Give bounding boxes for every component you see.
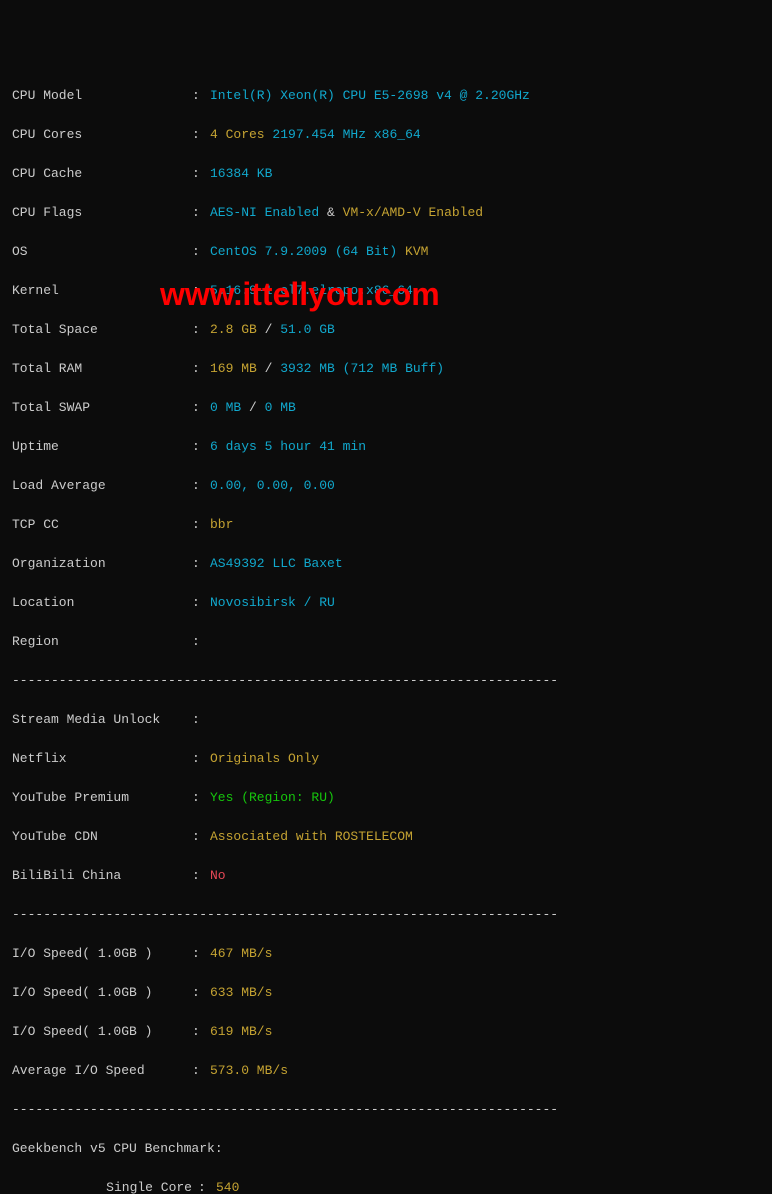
row-location: Location:Novosibirsk / RU: [12, 593, 760, 613]
value-ram-buff: (712 MB Buff): [343, 361, 444, 376]
label-org: Organization: [12, 554, 192, 574]
label-yt-cdn: YouTube CDN: [12, 827, 192, 847]
value-cpu-flags-virt: VM-x/AMD-V Enabled: [343, 205, 483, 220]
divider-1: ----------------------------------------…: [12, 671, 760, 691]
value-kernel: 5.16.9-1.el7.elrepo.x86_64: [210, 281, 413, 301]
row-cpu-model: CPU Model:Intel(R) Xeon(R) CPU E5-2698 v…: [12, 86, 760, 106]
row-stream-title: Stream Media Unlock:: [12, 710, 760, 730]
value-io-3: 619 MB/s: [210, 1022, 272, 1042]
label-gb-single: Single Core: [12, 1178, 198, 1194]
label-cpu-flags: CPU Flags: [12, 203, 192, 223]
value-io-2: 633 MB/s: [210, 983, 272, 1003]
label-bilibili: BiliBili China: [12, 866, 192, 886]
value-cpu-flags-aes: AES-NI Enabled: [210, 205, 319, 220]
value-org: AS49392 LLC Baxet: [210, 554, 343, 574]
label-total-swap: Total SWAP: [12, 398, 192, 418]
value-ram-used: 169 MB: [210, 361, 257, 376]
value-cpu-cores-count: 4 Cores: [210, 127, 265, 142]
row-cpu-cores: CPU Cores:4 Cores 2197.454 MHz x86_64: [12, 125, 760, 145]
value-swap-used: 0 MB: [210, 400, 241, 415]
value-yt-cdn: Associated with ROSTELECOM: [210, 827, 413, 847]
value-netflix: Originals Only: [210, 749, 319, 769]
row-region: Region:: [12, 632, 760, 652]
value-os-name: CentOS 7.9.2009 (64 Bit): [210, 244, 397, 259]
label-netflix: Netflix: [12, 749, 192, 769]
label-uptime: Uptime: [12, 437, 192, 457]
label-total-ram: Total RAM: [12, 359, 192, 379]
value-bilibili: No: [210, 866, 226, 886]
label-stream-title: Stream Media Unlock: [12, 710, 192, 730]
label-io-1: I/O Speed( 1.0GB ): [12, 944, 192, 964]
label-kernel: Kernel: [12, 281, 192, 301]
row-total-swap: Total SWAP:0 MB / 0 MB: [12, 398, 760, 418]
label-total-space: Total Space: [12, 320, 192, 340]
divider-3: ----------------------------------------…: [12, 1100, 760, 1120]
label-tcp-cc: TCP CC: [12, 515, 192, 535]
value-cpu-cores-freq: 2197.454 MHz: [272, 127, 366, 142]
row-kernel: Kernel:5.16.9-1.el7.elrepo.x86_64: [12, 281, 760, 301]
geekbench-title: Geekbench v5 CPU Benchmark:: [12, 1139, 760, 1159]
value-io-avg: 573.0 MB/s: [210, 1061, 288, 1081]
value-swap-total: 0 MB: [265, 400, 296, 415]
row-org: Organization:AS49392 LLC Baxet: [12, 554, 760, 574]
row-io-avg: Average I/O Speed:573.0 MB/s: [12, 1061, 760, 1081]
row-io-3: I/O Speed( 1.0GB ):619 MB/s: [12, 1022, 760, 1042]
value-space-used: 2.8 GB: [210, 322, 257, 337]
value-cpu-cache: 16384 KB: [210, 164, 272, 184]
value-location: Novosibirsk / RU: [210, 593, 335, 613]
row-gb-single: Single Core:540: [12, 1178, 760, 1194]
row-netflix: Netflix:Originals Only: [12, 749, 760, 769]
row-yt-premium: YouTube Premium:Yes (Region: RU): [12, 788, 760, 808]
row-os: OS:CentOS 7.9.2009 (64 Bit) KVM: [12, 242, 760, 262]
value-ram-total: 3932 MB: [280, 361, 335, 376]
label-location: Location: [12, 593, 192, 613]
divider-2: ----------------------------------------…: [12, 905, 760, 925]
label-io-avg: Average I/O Speed: [12, 1061, 192, 1081]
row-bilibili: BiliBili China:No: [12, 866, 760, 886]
value-gb-single: 540: [216, 1178, 239, 1194]
label-region: Region: [12, 632, 192, 652]
value-cpu-model: Intel(R) Xeon(R) CPU E5-2698 v4 @ 2.20GH…: [210, 86, 530, 106]
value-uptime: 6 days 5 hour 41 min: [210, 437, 366, 457]
value-os-virt: KVM: [405, 244, 428, 259]
row-total-ram: Total RAM:169 MB / 3932 MB (712 MB Buff): [12, 359, 760, 379]
row-tcp-cc: TCP CC:bbr: [12, 515, 760, 535]
row-total-space: Total Space:2.8 GB / 51.0 GB: [12, 320, 760, 340]
value-io-1: 467 MB/s: [210, 944, 272, 964]
row-cpu-flags: CPU Flags:AES-NI Enabled & VM-x/AMD-V En…: [12, 203, 760, 223]
row-uptime: Uptime:6 days 5 hour 41 min: [12, 437, 760, 457]
value-space-total: 51.0 GB: [280, 322, 335, 337]
label-cpu-model: CPU Model: [12, 86, 192, 106]
label-cpu-cores: CPU Cores: [12, 125, 192, 145]
label-io-3: I/O Speed( 1.0GB ): [12, 1022, 192, 1042]
row-io-2: I/O Speed( 1.0GB ):633 MB/s: [12, 983, 760, 1003]
value-cpu-cores-arch: x86_64: [374, 127, 421, 142]
label-os: OS: [12, 242, 192, 262]
row-cpu-cache: CPU Cache:16384 KB: [12, 164, 760, 184]
row-yt-cdn: YouTube CDN:Associated with ROSTELECOM: [12, 827, 760, 847]
value-yt-premium: Yes (Region: RU): [210, 788, 335, 808]
label-io-2: I/O Speed( 1.0GB ): [12, 983, 192, 1003]
row-load: Load Average:0.00, 0.00, 0.00: [12, 476, 760, 496]
row-io-1: I/O Speed( 1.0GB ):467 MB/s: [12, 944, 760, 964]
label-yt-premium: YouTube Premium: [12, 788, 192, 808]
value-load: 0.00, 0.00, 0.00: [210, 476, 335, 496]
label-cpu-cache: CPU Cache: [12, 164, 192, 184]
label-load: Load Average: [12, 476, 192, 496]
value-tcp-cc: bbr: [210, 515, 233, 535]
